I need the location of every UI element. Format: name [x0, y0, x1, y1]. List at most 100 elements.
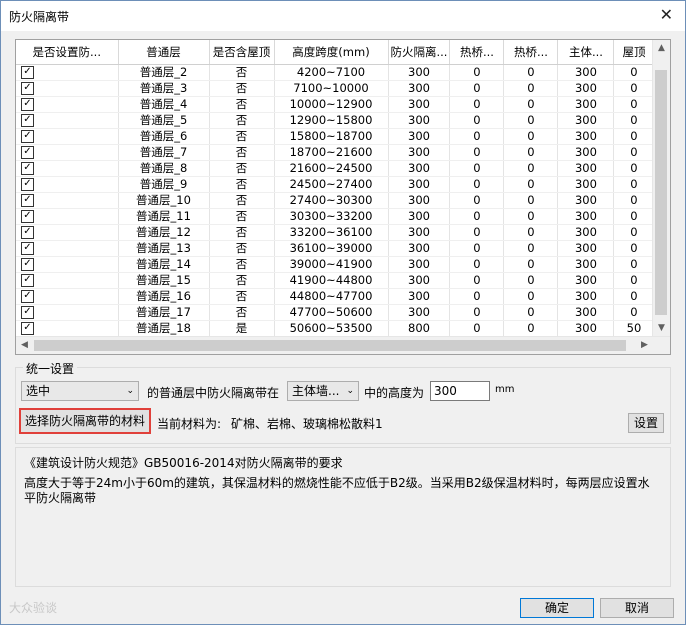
- table-cell: 300: [388, 256, 451, 273]
- table-row[interactable]: ✓ 普通层_8 否 21600~24500 300 0 0 300 0: [16, 160, 655, 177]
- requirement-panel: 《建筑设计防火规范》GB50016-2014对防火隔离带的要求 高度大于等于24…: [15, 447, 671, 587]
- checkbox[interactable]: ✓: [21, 146, 34, 159]
- table-row[interactable]: ✓ 普通层_3 否 7100~10000 300 0 0 300 0: [16, 80, 655, 97]
- table-row[interactable]: ✓ 普通层_12 否 33200~36100 300 0 0 300 0: [16, 224, 655, 241]
- checkbox[interactable]: ✓: [21, 98, 34, 111]
- table-cell: 0: [613, 176, 655, 193]
- table-row[interactable]: ✓ 普通层_2 否 4200~7100 300 0 0 300 0: [16, 64, 655, 81]
- table-row[interactable]: ✓ 普通层_9 否 24500~27400 300 0 0 300 0: [16, 176, 655, 193]
- row-checkbox-cell[interactable]: ✓: [16, 288, 119, 305]
- table-cell: 普通层_18: [118, 320, 210, 337]
- row-checkbox-cell[interactable]: ✓: [16, 192, 119, 209]
- table-cell: 300: [557, 80, 615, 97]
- column-header[interactable]: 主体...: [557, 40, 615, 65]
- cancel-button[interactable]: 取消: [600, 598, 674, 618]
- checkbox[interactable]: ✓: [21, 322, 34, 335]
- table-cell: 0: [613, 304, 655, 321]
- row-checkbox-cell[interactable]: ✓: [16, 96, 119, 113]
- checkbox[interactable]: ✓: [21, 258, 34, 271]
- table-cell: 300: [388, 64, 451, 81]
- row-checkbox-cell[interactable]: ✓: [16, 160, 119, 177]
- table-cell: 47700~50600: [274, 304, 389, 321]
- table-cell: 27400~30300: [274, 192, 389, 209]
- checkbox[interactable]: ✓: [21, 226, 34, 239]
- scope-select[interactable]: 选中 ⌄: [21, 381, 139, 401]
- table-row[interactable]: ✓ 普通层_15 否 41900~44800 300 0 0 300 0: [16, 272, 655, 289]
- row-checkbox-cell[interactable]: ✓: [16, 224, 119, 241]
- column-header[interactable]: 屋顶: [613, 40, 655, 65]
- vertical-scroll-thumb[interactable]: [655, 70, 667, 315]
- table-cell: 0: [613, 160, 655, 177]
- column-header[interactable]: 普通层: [118, 40, 210, 65]
- table-row[interactable]: ✓ 普通层_11 否 30300~33200 300 0 0 300 0: [16, 208, 655, 225]
- checkbox[interactable]: ✓: [21, 274, 34, 287]
- checkbox[interactable]: ✓: [21, 178, 34, 191]
- row-checkbox-cell[interactable]: ✓: [16, 128, 119, 145]
- checkbox[interactable]: ✓: [21, 242, 34, 255]
- height-input[interactable]: 300: [430, 381, 490, 401]
- checkbox[interactable]: ✓: [21, 306, 34, 319]
- vertical-scrollbar[interactable]: ▲ ▼: [652, 40, 670, 337]
- table-cell: 0: [613, 240, 655, 257]
- close-icon[interactable]: ✕: [660, 5, 673, 24]
- table-cell: 300: [388, 176, 451, 193]
- column-header[interactable]: 热桥...: [503, 40, 559, 65]
- table-cell: 0: [503, 256, 559, 273]
- table-cell: 0: [503, 96, 559, 113]
- horizontal-scrollbar[interactable]: ◀ ▶: [16, 336, 670, 354]
- checkbox[interactable]: ✓: [21, 82, 34, 95]
- table-cell: 7100~10000: [274, 80, 389, 97]
- column-header[interactable]: 热桥...: [449, 40, 505, 65]
- checkbox[interactable]: ✓: [21, 130, 34, 143]
- table-cell: 300: [388, 224, 451, 241]
- table-cell: 300: [557, 144, 615, 161]
- choose-material-button[interactable]: 选择防火隔离带的材料: [19, 408, 151, 434]
- ok-button[interactable]: 确定: [520, 598, 594, 618]
- floor-strip-text: 的普通层中防火隔离带在: [147, 386, 280, 400]
- table-row[interactable]: ✓ 普通层_16 否 44800~47700 300 0 0 300 0: [16, 288, 655, 305]
- table-cell: 50: [613, 320, 655, 337]
- checkbox[interactable]: ✓: [21, 114, 34, 127]
- scroll-left-icon[interactable]: ◀: [16, 337, 33, 354]
- row-checkbox-cell[interactable]: ✓: [16, 144, 119, 161]
- checkbox[interactable]: ✓: [21, 210, 34, 223]
- table-cell: 0: [503, 288, 559, 305]
- table-row[interactable]: ✓ 普通层_7 否 18700~21600 300 0 0 300 0: [16, 144, 655, 161]
- row-checkbox-cell[interactable]: ✓: [16, 304, 119, 321]
- row-checkbox-cell[interactable]: ✓: [16, 320, 119, 337]
- title-bar: 防火隔离带 ✕: [1, 1, 685, 31]
- row-checkbox-cell[interactable]: ✓: [16, 176, 119, 193]
- scroll-up-icon[interactable]: ▲: [653, 40, 670, 57]
- column-header[interactable]: 防火隔离...: [388, 40, 451, 65]
- scroll-right-icon[interactable]: ▶: [636, 337, 653, 354]
- row-checkbox-cell[interactable]: ✓: [16, 256, 119, 273]
- row-checkbox-cell[interactable]: ✓: [16, 112, 119, 129]
- checkbox[interactable]: ✓: [21, 290, 34, 303]
- checkbox[interactable]: ✓: [21, 66, 34, 79]
- column-header[interactable]: 是否含屋顶: [209, 40, 275, 65]
- table-cell: 否: [209, 256, 275, 273]
- column-header[interactable]: 高度跨度(mm): [274, 40, 389, 65]
- scroll-down-icon[interactable]: ▼: [653, 320, 670, 337]
- checkbox[interactable]: ✓: [21, 194, 34, 207]
- horizontal-scroll-thumb[interactable]: [34, 340, 626, 351]
- row-checkbox-cell[interactable]: ✓: [16, 272, 119, 289]
- settings-button[interactable]: 设置: [628, 413, 664, 433]
- table-row[interactable]: ✓ 普通层_13 否 36100~39000 300 0 0 300 0: [16, 240, 655, 257]
- table-row[interactable]: ✓ 普通层_5 否 12900~15800 300 0 0 300 0: [16, 112, 655, 129]
- table-row[interactable]: ✓ 普通层_10 否 27400~30300 300 0 0 300 0: [16, 192, 655, 209]
- row-checkbox-cell[interactable]: ✓: [16, 208, 119, 225]
- row-checkbox-cell[interactable]: ✓: [16, 64, 119, 81]
- table-row[interactable]: ✓ 普通层_18 是 50600~53500 800 0 0 300 50: [16, 320, 655, 337]
- column-header[interactable]: 是否设置防...: [16, 40, 119, 65]
- checkbox[interactable]: ✓: [21, 162, 34, 175]
- position-select[interactable]: 主体墙... ⌄: [287, 381, 359, 401]
- table-row[interactable]: ✓ 普通层_14 否 39000~41900 300 0 0 300 0: [16, 256, 655, 273]
- table-row[interactable]: ✓ 普通层_4 否 10000~12900 300 0 0 300 0: [16, 96, 655, 113]
- table-row[interactable]: ✓ 普通层_17 否 47700~50600 300 0 0 300 0: [16, 304, 655, 321]
- table-cell: 否: [209, 208, 275, 225]
- row-checkbox-cell[interactable]: ✓: [16, 80, 119, 97]
- table-cell: 普通层_17: [118, 304, 210, 321]
- row-checkbox-cell[interactable]: ✓: [16, 240, 119, 257]
- table-row[interactable]: ✓ 普通层_6 否 15800~18700 300 0 0 300 0: [16, 128, 655, 145]
